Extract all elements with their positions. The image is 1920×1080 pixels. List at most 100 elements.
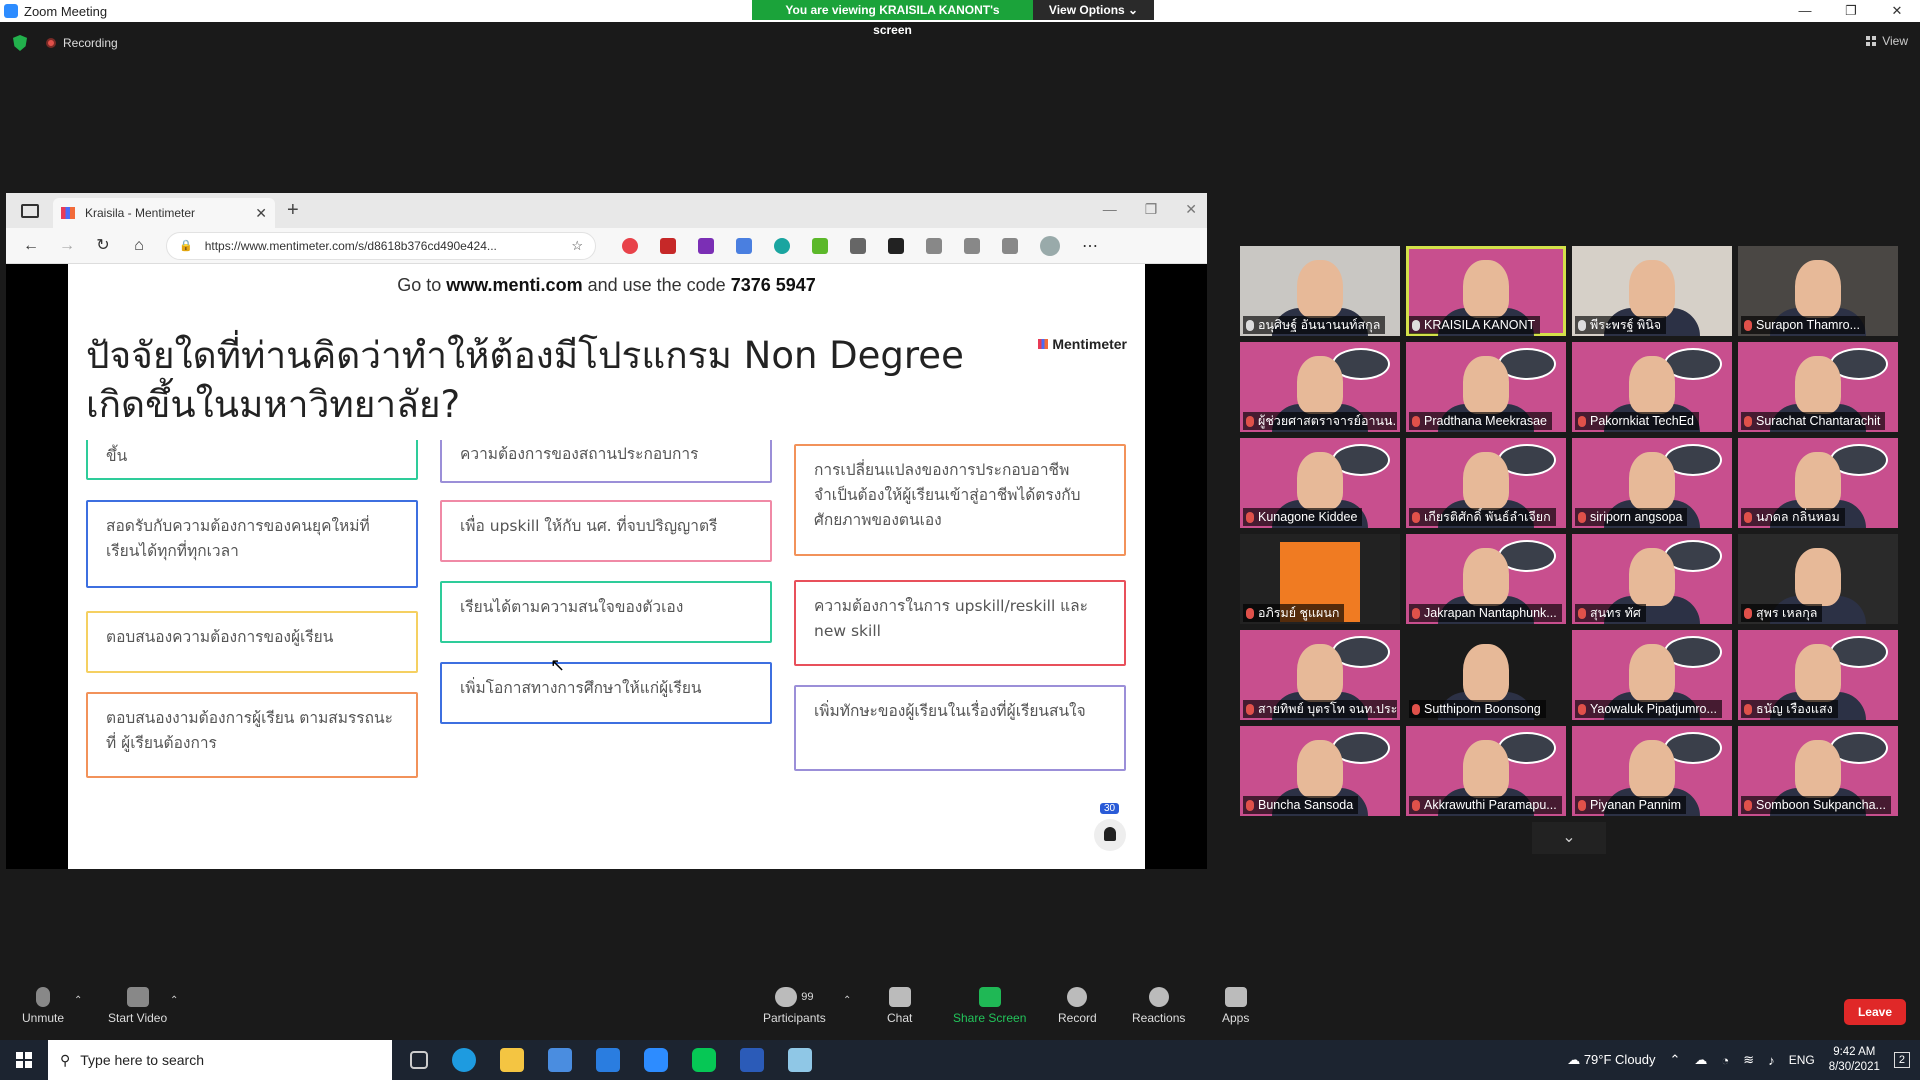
participant-tile[interactable]: ผู้ช่วยศาสตราจารย์อานน... — [1240, 342, 1400, 432]
participant-face — [1297, 260, 1343, 318]
question-heading: ปัจจัยใดที่ท่านคิดว่าทำให้ต้องมีโปรแกรม … — [86, 334, 964, 426]
share-screen-button[interactable]: Share Screen — [953, 987, 1026, 1025]
volume-icon[interactable]: ♪ — [1768, 1053, 1775, 1068]
participant-tile[interactable]: Pradthana Meekrasae — [1406, 342, 1566, 432]
notepad-icon[interactable] — [788, 1048, 812, 1072]
extension-badge-icon[interactable] — [660, 237, 676, 254]
participant-tile[interactable]: ธนัญ เรืองแสง — [1738, 630, 1898, 720]
audio-options-caret-icon[interactable]: ⌃ — [74, 995, 82, 1006]
participant-tile[interactable]: สายทิพย์ บุตรโท จนท.ประ... — [1240, 630, 1400, 720]
participant-tile[interactable]: พีระพรฐ์ พินิจ — [1572, 246, 1732, 336]
start-button[interactable] — [0, 1040, 48, 1080]
taskbar-clock[interactable]: 9:42 AM 8/30/2021 — [1829, 1045, 1880, 1075]
refresh-icon[interactable]: ↻ — [92, 235, 114, 257]
close-icon[interactable]: ✕ — [1874, 0, 1920, 22]
leave-button[interactable]: Leave — [1843, 999, 1906, 1025]
edge-icon[interactable] — [452, 1048, 476, 1072]
zoom-app-icon[interactable] — [644, 1048, 668, 1072]
browser-maximize-icon[interactable]: ❐ — [1145, 201, 1158, 218]
extension-red-icon[interactable] — [622, 237, 638, 254]
participant-tile[interactable]: Buncha Sansoda — [1240, 726, 1400, 816]
browser-tab[interactable]: Kraisila - Mentimeter ✕ — [53, 198, 275, 228]
onenote-icon[interactable] — [698, 237, 714, 254]
video-options-caret-icon[interactable]: ⌃ — [170, 995, 178, 1006]
participant-tile[interactable]: Akkrawuthi Paramapu... — [1406, 726, 1566, 816]
store-icon[interactable] — [548, 1048, 572, 1072]
notion-icon[interactable] — [888, 237, 904, 254]
notification-center-icon[interactable]: 2 — [1893, 1052, 1910, 1068]
participant-tile[interactable]: Somboon Sukpancha... — [1738, 726, 1898, 816]
input-language[interactable]: ENG — [1789, 1053, 1815, 1067]
favorite-star-icon[interactable]: ☆ — [571, 238, 583, 254]
network-icon[interactable]: ◔ — [1721, 1053, 1729, 1068]
extensions-puzzle-icon[interactable] — [926, 237, 942, 254]
task-view-icon[interactable] — [410, 1051, 428, 1069]
start-video-button[interactable]: Start Video — [108, 987, 167, 1025]
onedrive-icon[interactable]: ☁ — [1694, 1052, 1707, 1068]
address-bar[interactable]: 🔒 https://www.mentimeter.com/s/d8618b376… — [166, 231, 596, 260]
minimize-icon[interactable]: — — [1782, 0, 1828, 22]
unmute-button[interactable]: Unmute — [22, 987, 64, 1025]
line-app-icon[interactable] — [692, 1048, 716, 1072]
participant-tile[interactable]: Pakornkiat TechEd — [1572, 342, 1732, 432]
browser-close-icon[interactable]: ✕ — [1185, 201, 1197, 218]
collections-icon[interactable] — [1002, 237, 1018, 254]
participant-tile[interactable]: Sutthiporn Boonsong — [1406, 630, 1566, 720]
participant-tile[interactable]: สุพร เหลกุล — [1738, 534, 1898, 624]
participant-count: 99 — [801, 991, 814, 1003]
tray-overflow-icon[interactable]: ⌃ — [1670, 1052, 1681, 1068]
participant-tile[interactable]: Kunagone Kiddee — [1240, 438, 1400, 528]
extension-icons: ⋯ — [622, 235, 1098, 256]
favorites-icon[interactable] — [964, 237, 980, 254]
maximize-icon[interactable]: ❐ — [1828, 0, 1874, 22]
view-button[interactable]: View — [1866, 34, 1908, 48]
apps-button[interactable]: Apps — [1222, 987, 1249, 1025]
tab-close-icon[interactable]: ✕ — [255, 205, 267, 222]
back-icon[interactable]: ← — [20, 235, 42, 257]
participant-tile[interactable]: Yaowaluk Pipatjumro... — [1572, 630, 1732, 720]
chevron-down-icon[interactable]: ⌄ — [1532, 822, 1606, 854]
participants-button[interactable]: 99 Participants — [763, 987, 826, 1025]
participant-tile[interactable]: Piyanan Pannim — [1572, 726, 1732, 816]
download-icon[interactable] — [812, 237, 828, 254]
new-tab-icon[interactable]: + — [287, 199, 299, 222]
taskbar-search[interactable]: ⚲ Type here to search — [48, 1040, 392, 1080]
participant-tile[interactable]: อภิรมย์ ชูแผนก — [1240, 534, 1400, 624]
wifi-icon[interactable]: ≋ — [1743, 1052, 1754, 1068]
browser-minimize-icon[interactable]: — — [1103, 201, 1117, 218]
more-menu-icon[interactable]: ⋯ — [1082, 236, 1098, 256]
mail-icon[interactable] — [596, 1048, 620, 1072]
word-app-icon[interactable] — [740, 1048, 764, 1072]
mentimeter-slide: Go to www.menti.com and use the code 737… — [68, 264, 1145, 869]
chat-button[interactable]: Chat — [887, 987, 912, 1025]
participant-tile[interactable]: เกียรติศักดิ์ พันธ์ลำเจียก — [1406, 438, 1566, 528]
participant-tile[interactable]: อนุศิษฐ์ อันนานนท์สกุล — [1240, 246, 1400, 336]
forward-icon[interactable]: → — [56, 235, 78, 257]
profile-avatar-icon[interactable] — [1040, 235, 1060, 256]
weather-widget[interactable]: ☁ 79°F Cloudy — [1567, 1052, 1655, 1068]
translate-icon[interactable] — [736, 237, 752, 254]
record-button[interactable]: Record — [1058, 987, 1097, 1025]
view-options-button[interactable]: View Options ⌄ — [1033, 0, 1154, 20]
encryption-shield-icon[interactable] — [13, 35, 27, 51]
tab-actions-icon[interactable] — [21, 203, 39, 218]
extension-teal-icon[interactable] — [774, 237, 790, 254]
extension-grid-icon[interactable] — [850, 237, 866, 254]
participant-tile[interactable]: KRAISILA KANONT — [1406, 246, 1566, 336]
participant-face — [1463, 452, 1509, 510]
file-explorer-icon[interactable] — [500, 1048, 524, 1072]
participants-caret-icon[interactable]: ⌃ — [843, 995, 851, 1006]
participant-tile[interactable]: Surachat Chantarachit — [1738, 342, 1898, 432]
participant-nameplate: Sutthiporn Boonsong — [1409, 700, 1546, 718]
reactions-button[interactable]: Reactions — [1132, 987, 1185, 1025]
record-label: Record — [1058, 1011, 1097, 1025]
participant-tile[interactable]: นภดล กลิ่นหอม — [1738, 438, 1898, 528]
shared-browser-window: Kraisila - Mentimeter ✕ + — ❐ ✕ ← → ↻ ⌂ … — [6, 193, 1207, 869]
participant-tile[interactable]: siriporn angsopa — [1572, 438, 1732, 528]
home-icon[interactable]: ⌂ — [128, 235, 150, 257]
participant-tile[interactable]: Jakrapan Nantaphunk... — [1406, 534, 1566, 624]
participants-label: Participants — [763, 1011, 826, 1025]
participant-tile[interactable]: สุนทร ทัศ — [1572, 534, 1732, 624]
recording-label[interactable]: Recording — [63, 36, 118, 50]
participant-tile[interactable]: Surapon Thamro... — [1738, 246, 1898, 336]
